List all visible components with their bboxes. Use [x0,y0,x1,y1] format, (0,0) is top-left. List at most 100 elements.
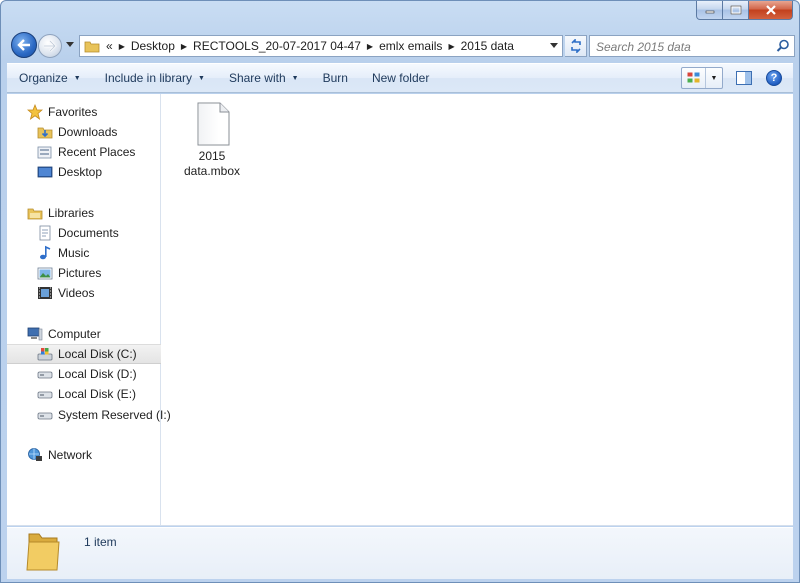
change-view-button[interactable]: ▼ [681,67,723,89]
nav-local-disk-c-label: Local Disk (C:) [58,347,137,361]
breadcrumb-desktop[interactable]: Desktop [131,39,175,53]
nav-downloads-label: Downloads [58,125,118,139]
chevron-down-icon: ▼ [73,74,81,82]
nav-pictures[interactable]: Pictures [7,263,161,283]
search-box[interactable] [589,35,795,57]
file-name-line: data.mbox [183,164,241,178]
minimize-button[interactable] [696,1,723,20]
include-in-library-button[interactable]: Include in library ▼ [93,66,217,90]
nav-documents-label: Documents [58,226,119,240]
breadcrumb-rectools[interactable]: RECTOOLS_20-07-2017 04-47 [193,39,361,53]
chevron-down-icon: ▼ [291,74,299,82]
view-icon [682,68,706,88]
breadcrumb-separator[interactable]: ▶ [181,42,187,51]
nav-system-reserved[interactable]: System Reserved (I:) [7,405,171,425]
hard-drive-icon [37,366,53,382]
nav-libraries[interactable]: Libraries [7,203,161,223]
recent-pages-button[interactable] [65,38,75,52]
nav-local-disk-e[interactable]: Local Disk (E:) [7,384,161,404]
nav-local-disk-d-label: Local Disk (D:) [58,367,137,381]
breadcrumb-separator[interactable]: ▶ [448,42,454,51]
chevron-down-icon: ▼ [198,74,205,82]
maximize-button[interactable] [723,1,749,20]
file-name: 2015 data.mbox [182,149,242,179]
refresh-icon [570,39,581,53]
hard-drive-icon [37,386,53,402]
back-button[interactable] [11,32,37,58]
share-with-button[interactable]: Share with ▼ [217,66,311,90]
network-icon [27,447,43,463]
downloads-icon [37,124,53,140]
nav-recent-places-label: Recent Places [58,145,136,159]
preview-pane-button[interactable] [731,67,757,89]
burn-label: Burn [322,71,348,85]
system-drive-icon [37,346,53,362]
chevron-down-icon [66,42,74,47]
nav-local-disk-d[interactable]: Local Disk (D:) [7,364,161,384]
search-input[interactable] [596,39,772,54]
nav-local-disk-c[interactable]: Local Disk (C:) [7,344,161,364]
address-bar[interactable]: « ▶ Desktop ▶ RECTOOLS_20-07-2017 04-47 … [79,35,563,57]
explorer-window: « ▶ Desktop ▶ RECTOOLS_20-07-2017 04-47 … [0,0,800,583]
nav-desktop[interactable]: Desktop [7,162,161,182]
nav-music[interactable]: Music [7,243,161,263]
breadcrumb-emlx-emails[interactable]: emlx emails [379,39,442,53]
nav-downloads[interactable]: Downloads [7,122,161,142]
help-button[interactable]: ? [763,67,785,89]
nav-computer-label: Computer [48,327,101,341]
organize-label: Organize [19,71,68,85]
include-in-library-label: Include in library [104,71,193,85]
forward-button[interactable] [38,34,62,58]
details-pane: 1 item [7,527,793,579]
item-count: 1 item [84,535,117,549]
nav-videos-label: Videos [58,286,95,300]
close-icon [765,5,776,15]
help-icon: ? [766,70,782,86]
breadcrumb-2015-data[interactable]: 2015 data [461,39,514,53]
nav-desktop-label: Desktop [58,165,103,179]
nav-videos[interactable]: Videos [7,283,161,303]
address-dropdown-button[interactable] [546,36,562,56]
command-bar: Organize ▼ Include in library ▼ Share wi… [7,63,793,93]
nav-network[interactable]: Network [7,445,161,465]
nav-local-disk-e-label: Local Disk (E:) [58,387,137,401]
nav-documents[interactable]: Documents [7,223,161,243]
breadcrumb-overflow[interactable]: « [106,39,113,53]
navigation-bar: « ▶ Desktop ▶ RECTOOLS_20-07-2017 04-47 … [7,30,795,60]
nav-computer[interactable]: Computer [7,324,161,344]
hard-drive-icon [37,407,53,423]
new-folder-button[interactable]: New folder [360,66,441,90]
burn-button[interactable]: Burn [311,66,360,90]
refresh-button[interactable] [565,35,587,57]
music-icon [37,245,53,261]
nav-pictures-label: Pictures [58,266,102,280]
file-item[interactable]: 2015 data.mbox [182,102,242,179]
navigation-pane[interactable]: Favorites Downloads Recent Places Deskto… [7,94,171,525]
nav-libraries-label: Libraries [48,206,95,220]
star-icon [27,104,43,120]
nav-favorites-label: Favorites [48,105,98,119]
breadcrumb-separator[interactable]: ▶ [367,42,373,51]
breadcrumb-separator[interactable]: ▶ [119,42,125,51]
computer-icon [27,326,43,342]
main-area: Favorites Downloads Recent Places Deskto… [7,94,793,526]
back-arrow-icon [17,39,30,51]
desktop-icon [37,164,53,180]
nav-favorites[interactable]: Favorites [7,102,161,122]
minimize-icon [705,10,714,14]
nav-music-label: Music [58,246,90,260]
nav-recent-places[interactable]: Recent Places [7,142,161,162]
organize-button[interactable]: Organize ▼ [7,66,93,90]
folder-icon [26,533,60,571]
caption-buttons [696,1,793,21]
view-controls: ▼ ? [681,67,785,89]
chevron-down-icon [550,43,558,48]
file-name-line: 2015 [198,149,226,163]
maximize-icon [730,5,741,15]
close-button[interactable] [749,1,793,20]
pictures-icon [37,265,53,281]
chevron-down-icon[interactable]: ▼ [706,75,722,82]
file-list[interactable]: 2015 data.mbox [162,94,793,525]
search-icon[interactable] [776,39,790,53]
documents-icon [37,225,53,241]
